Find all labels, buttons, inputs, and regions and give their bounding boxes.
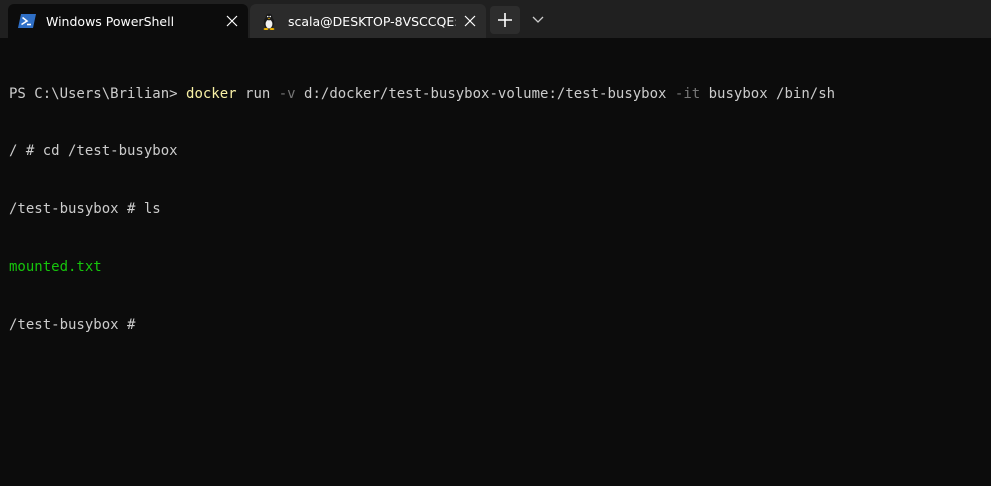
tab-scala-desktop[interactable]: scala@DESKTOP-8VSCCQE: /mr bbox=[250, 4, 486, 38]
terminal-line: / # cd /test-busybox bbox=[9, 143, 178, 160]
tab-label: scala@DESKTOP-8VSCCQE: /mr bbox=[288, 14, 456, 29]
command-flag: -it bbox=[674, 85, 701, 102]
tab-windows-powershell[interactable]: Windows PowerShell bbox=[8, 4, 248, 38]
command-name: docker bbox=[186, 85, 237, 102]
terminal-line: /test-busybox # ls bbox=[9, 201, 161, 218]
tab-label: Windows PowerShell bbox=[46, 14, 175, 29]
terminal-output[interactable]: PS C:\Users\Brilian> docker run -v d:/do… bbox=[0, 38, 991, 486]
terminal-window: Windows PowerShell scala@DESKTOP-8VSCCQE… bbox=[0, 0, 991, 486]
command-text: busybox /bin/sh bbox=[700, 85, 836, 102]
tab-bar: Windows PowerShell scala@DESKTOP-8VSCCQE… bbox=[0, 0, 991, 38]
terminal-prompt-line: /test-busybox # bbox=[9, 317, 144, 334]
close-icon[interactable] bbox=[462, 13, 478, 29]
profile-dropdown-button[interactable] bbox=[524, 6, 552, 34]
linux-penguin-icon bbox=[260, 13, 278, 30]
new-tab-button[interactable] bbox=[490, 6, 520, 34]
plus-icon bbox=[498, 13, 512, 27]
command-text: run bbox=[236, 85, 279, 102]
terminal-line: PS C:\Users\Brilian> docker run -v d:/do… bbox=[9, 85, 991, 104]
command-text: d:/docker/test-busybox-volume:/test-busy… bbox=[295, 85, 675, 102]
prompt: PS C:\Users\Brilian> bbox=[9, 85, 187, 102]
command-flag: -v bbox=[278, 85, 296, 102]
file-listing: mounted.txt bbox=[9, 259, 102, 276]
close-icon[interactable] bbox=[224, 13, 240, 29]
chevron-down-icon bbox=[532, 16, 544, 23]
powershell-icon bbox=[18, 13, 36, 29]
